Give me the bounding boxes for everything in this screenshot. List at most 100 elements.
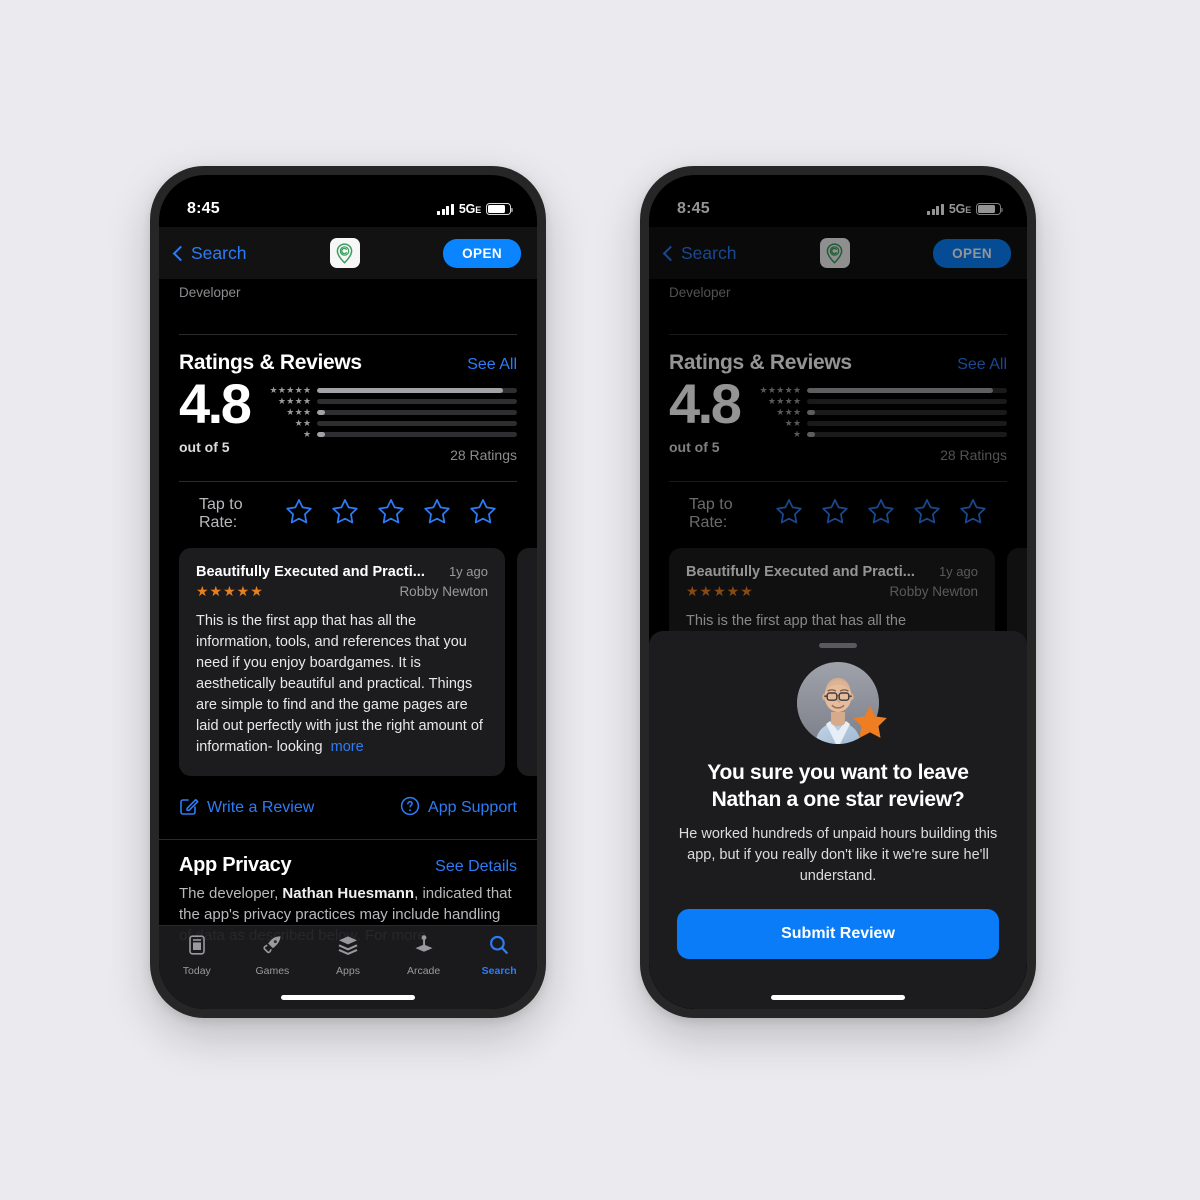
home-indicator[interactable]	[771, 995, 905, 1000]
privacy-header: App Privacy See Details	[179, 854, 517, 877]
review-card-next[interactable]	[517, 547, 537, 776]
phone-left: 8:45 5GE Search OPEN Developer Ratings &…	[150, 166, 546, 1018]
see-details-link[interactable]: See Details	[435, 858, 517, 876]
developer-label: Developer	[179, 285, 241, 300]
histogram-stars: ★★★★	[277, 396, 312, 406]
app-icon[interactable]	[329, 238, 360, 268]
histogram-stars: ★★★	[286, 407, 312, 417]
histogram-bar	[317, 388, 517, 393]
status-bar: 8:45 5GE	[159, 175, 537, 227]
histogram-row: ★★★★	[753, 396, 1007, 407]
nav-bar: Search OPEN	[649, 227, 1027, 279]
histogram-stars: ★★★★★	[759, 385, 802, 395]
review-card-strip: Beautifully Executed and Practi... 1y ag…	[179, 547, 537, 776]
rate-star-2[interactable]	[331, 498, 359, 530]
tab-apps[interactable]: Apps	[310, 933, 386, 977]
battery-icon	[976, 203, 1004, 215]
review-card[interactable]: Beautifully Executed and Practi... 1y ag…	[179, 547, 505, 776]
tab-games[interactable]: Games	[235, 933, 311, 977]
histogram-bar	[317, 421, 517, 426]
stack-icon	[336, 933, 360, 962]
open-button[interactable]: OPEN	[443, 238, 521, 268]
rate-star-2[interactable]	[821, 498, 849, 530]
histogram-row: ★★★★	[263, 396, 517, 407]
rate-star-1[interactable]	[285, 498, 313, 530]
rate-star-4[interactable]	[423, 498, 451, 530]
reviews-carousel[interactable]: Beautifully Executed and Practi... 1y ag…	[159, 546, 537, 776]
status-indicators: 5GE	[437, 202, 514, 216]
tab-search-label: Search	[481, 965, 517, 977]
submit-review-button[interactable]: Submit Review	[677, 908, 999, 959]
histogram-stars: ★★	[784, 418, 802, 428]
phone-left-screen: 8:45 5GE Search OPEN Developer Ratings &…	[159, 175, 537, 1009]
review-body-text: This is the first app that has all the i…	[196, 612, 483, 755]
privacy-title: App Privacy	[179, 853, 292, 876]
developer-avatar-wrap	[797, 662, 887, 744]
home-indicator[interactable]	[281, 995, 415, 1000]
map-pin-c-icon	[336, 242, 353, 264]
tap-to-rate-stars[interactable]	[285, 498, 497, 530]
histogram-bar	[807, 410, 1007, 415]
tab-arcade[interactable]: Arcade	[386, 933, 462, 977]
rate-star-1[interactable]	[775, 498, 803, 530]
back-button[interactable]: Search	[172, 242, 247, 264]
histogram-row: ★	[263, 429, 517, 440]
signal-bars-icon	[927, 203, 944, 215]
review-title: Beautifully Executed and Practi...	[196, 563, 425, 580]
back-label: Search	[191, 242, 247, 263]
back-label: Search	[681, 242, 737, 263]
review-card-header: Beautifully Executed and Practi... 1y ag…	[196, 564, 488, 580]
rate-star-3[interactable]	[377, 498, 405, 530]
developer-label: Developer	[669, 285, 731, 300]
back-button[interactable]: Search	[662, 242, 737, 264]
tab-apps-label: Apps	[336, 965, 360, 977]
review-stars: ★★★★★	[686, 582, 754, 599]
review-title: Beautifully Executed and Practi...	[686, 563, 915, 580]
review-more-link[interactable]: more	[331, 739, 364, 755]
privacy-body-prefix: The developer,	[179, 884, 283, 902]
histogram-stars: ★	[302, 429, 312, 439]
network-suffix: E	[475, 205, 481, 215]
network-label: 5GE	[459, 202, 481, 216]
tap-to-rate-stars[interactable]	[775, 498, 987, 530]
rate-star-5[interactable]	[469, 498, 497, 530]
tab-search[interactable]: Search	[461, 933, 537, 977]
histogram-row: ★★★	[753, 407, 1007, 418]
sheet-grab-handle[interactable]	[819, 643, 857, 648]
open-button[interactable]: OPEN	[933, 238, 1011, 268]
compose-icon	[179, 796, 199, 821]
status-indicators: 5GE	[927, 202, 1004, 216]
write-review-button[interactable]: Write a Review	[179, 796, 314, 821]
histogram-bar	[317, 432, 517, 437]
network-type: 5G	[458, 202, 476, 216]
review-stars: ★★★★★	[196, 582, 264, 599]
tab-today[interactable]: Today	[159, 933, 235, 977]
status-bar: 8:45 5GE	[649, 175, 1027, 227]
ratings-score-block: 4.8 out of 5	[669, 376, 742, 455]
app-support-button[interactable]: App Support	[400, 796, 517, 821]
tab-arcade-label: Arcade	[406, 965, 441, 977]
ratings-header: Ratings & Reviews See All	[649, 335, 1027, 375]
confirm-review-sheet: You sure you want to leave Nathan a one …	[649, 631, 1027, 1009]
screenshot-stage: 8:45 5GE Search OPEN Developer Ratings &…	[0, 0, 1200, 1200]
app-icon[interactable]	[819, 238, 850, 268]
rate-star-3[interactable]	[867, 498, 895, 530]
joystick-icon	[412, 933, 436, 962]
rate-star-4[interactable]	[913, 498, 941, 530]
rating-histogram: ★★★★★ ★★★★ ★★★ ★★ ★	[263, 377, 517, 455]
rate-star-5[interactable]	[959, 498, 987, 530]
action-row: Write a Review App Support	[159, 776, 537, 821]
see-all-link[interactable]: See All	[467, 356, 517, 374]
network-type: 5G	[948, 202, 966, 216]
chevron-left-icon	[172, 245, 189, 261]
see-all-link[interactable]: See All	[957, 356, 1007, 374]
status-time: 8:45	[677, 200, 710, 217]
network-suffix: E	[965, 205, 971, 215]
rating-score: 4.8	[179, 372, 252, 435]
histogram-row: ★★★	[263, 407, 517, 418]
histogram-stars: ★	[792, 429, 802, 439]
tab-today-label: Today	[182, 965, 211, 977]
tap-to-rate-label: Tap to Rate:	[689, 495, 733, 531]
histogram-row: ★★	[263, 418, 517, 429]
